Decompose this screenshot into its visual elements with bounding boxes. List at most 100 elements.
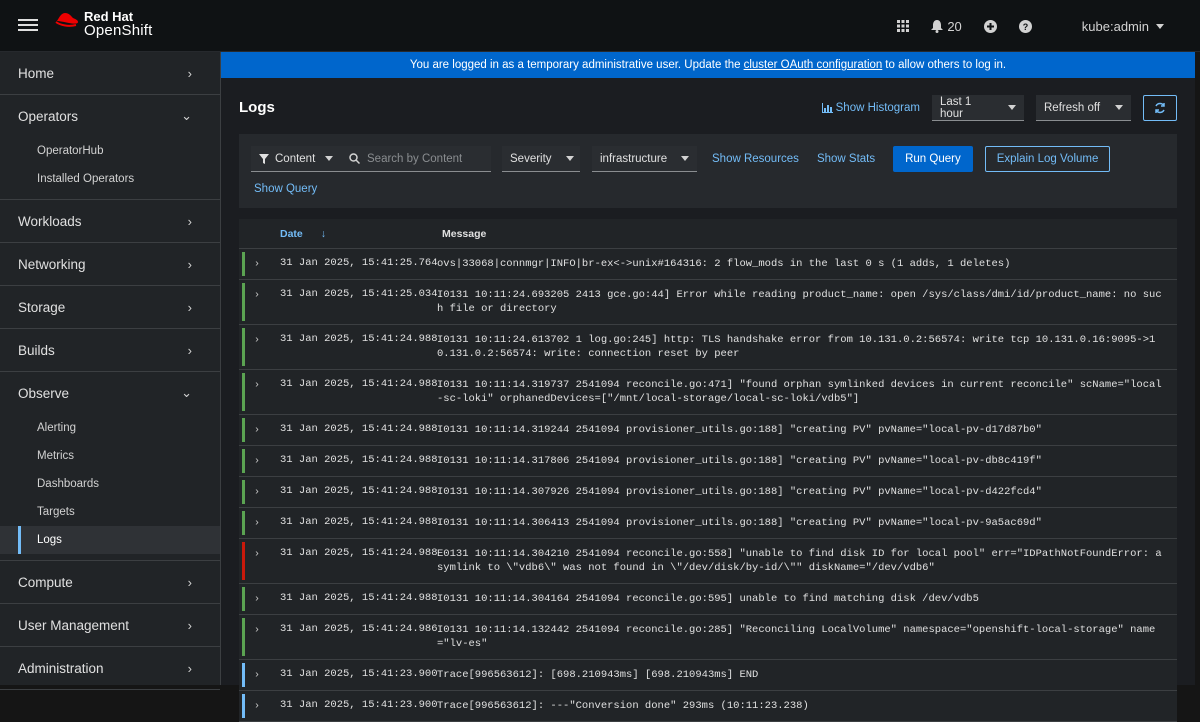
- nav-item-logs[interactable]: Logs: [0, 526, 220, 554]
- notifications-button[interactable]: 20: [931, 18, 962, 34]
- nav-item-metrics[interactable]: Metrics: [0, 442, 220, 470]
- severity-indicator: [242, 542, 245, 580]
- severity-indicator: [242, 449, 245, 473]
- severity-select[interactable]: Severity: [502, 146, 580, 172]
- table-row: › 31 Jan 2025, 15:41:24.988 I0131 10:11:24…: [239, 325, 1177, 370]
- log-date: 31 Jan 2025, 15:41:24.988: [280, 333, 438, 345]
- nav-workloads[interactable]: Workloads ›: [0, 200, 220, 242]
- log-message: I0131 10:11:24.693205 2413 gce.go:44] Er…: [437, 289, 1162, 315]
- nav-home[interactable]: Home ›: [0, 52, 220, 94]
- query-filter-bar: Content Search by Content Severity infra…: [239, 134, 1177, 208]
- oauth-config-link[interactable]: cluster OAuth configuration: [744, 59, 883, 71]
- chevron-right-icon: ›: [187, 617, 192, 633]
- nav-item-operatorhub[interactable]: OperatorHub: [0, 137, 220, 165]
- show-query-button[interactable]: Show Query: [254, 183, 317, 195]
- table-row: › 31 Jan 2025, 15:41:24.988 I0131 10:11:14…: [239, 508, 1177, 539]
- tenant-select[interactable]: infrastructure: [592, 146, 697, 172]
- log-message: Trace[996563612]: ---"Conversion done" 2…: [437, 700, 809, 712]
- log-message: I0131 10:11:14.307926 2541094 provisione…: [437, 486, 1042, 498]
- severity-indicator: [242, 418, 245, 442]
- nav-storage[interactable]: Storage ›: [0, 286, 220, 328]
- table-row: › 31 Jan 2025, 15:41:24.988 I0131 10:11:14…: [239, 370, 1177, 415]
- log-date: 31 Jan 2025, 15:41:25.034: [280, 288, 438, 300]
- time-range-select[interactable]: Last 1 hour: [932, 95, 1024, 121]
- chevron-right-icon: ›: [187, 342, 192, 358]
- severity-indicator: [242, 587, 245, 611]
- sync-icon: [1155, 102, 1165, 114]
- brand-line2: OpenShift: [84, 22, 153, 39]
- table-row: › 31 Jan 2025, 15:41:24.988 I0131 10:11:14…: [239, 415, 1177, 446]
- hamburger-menu-icon[interactable]: [18, 16, 38, 36]
- nav-compute[interactable]: Compute ›: [0, 561, 220, 603]
- log-date: 31 Jan 2025, 15:41:24.988: [280, 592, 438, 604]
- show-resources-button[interactable]: Show Resources: [712, 153, 799, 165]
- table-row: › 31 Jan 2025, 15:41:23.900 Trace[99656361…: [239, 691, 1177, 722]
- logs-table: Date ↓ Message › 31 Jan 2025, 15:41:25.76…: [239, 219, 1177, 722]
- message-column-header: Message: [442, 227, 487, 240]
- content-search-input[interactable]: Search by Content: [341, 146, 491, 172]
- nav-item-installed-operators[interactable]: Installed Operators: [0, 165, 220, 193]
- user-menu[interactable]: kube:admin: [1082, 19, 1164, 34]
- chevron-down-icon: ⌄: [181, 385, 192, 400]
- log-date: 31 Jan 2025, 15:41:24.988: [280, 516, 438, 528]
- chevron-right-icon: ›: [187, 213, 192, 229]
- nav-builds[interactable]: Builds ›: [0, 329, 220, 371]
- nav-networking[interactable]: Networking ›: [0, 243, 220, 285]
- svg-text:?: ?: [1023, 22, 1029, 32]
- nav-operators[interactable]: Operators ⌄: [0, 95, 220, 137]
- log-message: Trace[996563612]: [698.210943ms] [698.21…: [437, 669, 759, 681]
- nav-user-management[interactable]: User Management ›: [0, 604, 220, 646]
- log-message: I0131 10:11:24.613702 1 log.go:245] http…: [437, 334, 1156, 360]
- log-date: 31 Jan 2025, 15:41:24.986: [280, 623, 438, 635]
- filter-icon: [259, 153, 269, 164]
- search-icon: [349, 153, 360, 164]
- nav-administration[interactable]: Administration ›: [0, 647, 220, 689]
- caret-down-icon: [1008, 105, 1016, 110]
- run-query-button[interactable]: Run Query: [893, 146, 973, 172]
- log-message: I0131 10:11:14.317806 2541094 provisione…: [437, 455, 1042, 467]
- table-body: › 31 Jan 2025, 15:41:25.764 ovs|33068|conn…: [239, 249, 1177, 722]
- log-date: 31 Jan 2025, 15:41:24.988: [280, 378, 438, 390]
- nav-item-targets[interactable]: Targets: [0, 498, 220, 526]
- table-row: › 31 Jan 2025, 15:41:25.034 I0131 10:11:24…: [239, 280, 1177, 325]
- show-histogram-button[interactable]: Show Histogram: [821, 102, 920, 114]
- caret-down-icon: [325, 156, 333, 161]
- add-icon[interactable]: [983, 19, 997, 33]
- bar-chart-icon: [821, 103, 833, 113]
- chevron-right-icon: ›: [187, 299, 192, 315]
- app-launcher-icon[interactable]: [897, 20, 910, 32]
- nav-item-dashboards[interactable]: Dashboards: [0, 470, 220, 498]
- attribute-select[interactable]: Content: [251, 146, 341, 172]
- table-row: › 31 Jan 2025, 15:41:24.988 I0131 10:11:14…: [239, 477, 1177, 508]
- chevron-down-icon: ⌄: [181, 108, 192, 123]
- brand-logo[interactable]: Red Hat OpenShift: [54, 10, 153, 38]
- table-header: Date ↓ Message: [239, 219, 1177, 249]
- log-date: 31 Jan 2025, 15:41:23.900: [280, 668, 438, 680]
- chevron-right-icon: ›: [187, 65, 192, 81]
- explain-log-volume-button[interactable]: Explain Log Volume: [984, 146, 1111, 172]
- show-stats-button[interactable]: Show Stats: [817, 153, 875, 165]
- help-icon[interactable]: ?: [1018, 19, 1032, 33]
- severity-indicator: [242, 283, 245, 321]
- log-message: ovs|33068|connmgr|INFO|br-ex<->unix#1643…: [437, 258, 1011, 270]
- table-row: › 31 Jan 2025, 15:41:24.986 I0131 10:11:14…: [239, 615, 1177, 660]
- nav-item-alerting[interactable]: Alerting: [0, 414, 220, 442]
- nav-observe[interactable]: Observe ⌄: [0, 372, 220, 414]
- table-row: › 31 Jan 2025, 15:41:23.900 Trace[99656361…: [239, 660, 1177, 691]
- log-date: 31 Jan 2025, 15:41:24.988: [280, 547, 438, 559]
- refresh-interval-select[interactable]: Refresh off: [1036, 95, 1131, 121]
- notifications-count: 20: [947, 18, 962, 34]
- page-title: Logs: [239, 99, 275, 116]
- log-message: I0131 10:11:14.319244 2541094 provisione…: [437, 424, 1042, 436]
- table-row: › 31 Jan 2025, 15:41:25.764 ovs|33068|conn…: [239, 249, 1177, 280]
- log-date: 31 Jan 2025, 15:41:24.988: [280, 485, 438, 497]
- severity-indicator: [242, 663, 245, 687]
- search-placeholder: Search by Content: [367, 152, 463, 165]
- severity-indicator: [242, 480, 245, 504]
- date-column-header[interactable]: Date ↓: [280, 228, 442, 240]
- refresh-button[interactable]: [1143, 95, 1177, 121]
- table-row: › 31 Jan 2025, 15:41:24.988 I0131 10:11:14…: [239, 584, 1177, 615]
- table-row: › 31 Jan 2025, 15:41:24.988 E0131 10:11:14…: [239, 539, 1177, 584]
- log-date: 31 Jan 2025, 15:41:24.988: [280, 454, 438, 466]
- severity-indicator: [242, 373, 245, 411]
